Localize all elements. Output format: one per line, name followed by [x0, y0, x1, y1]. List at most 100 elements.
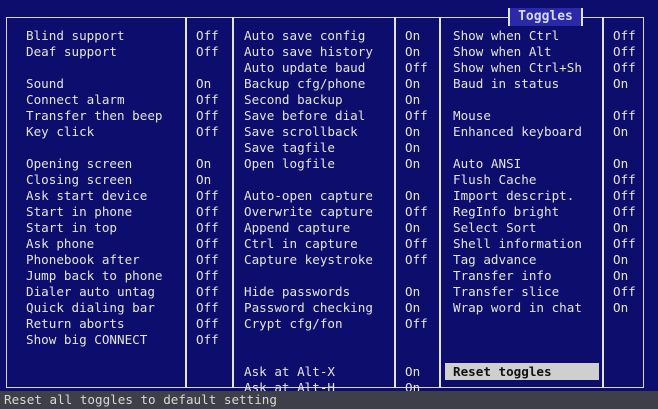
- toggle-value[interactable]: On: [613, 124, 628, 140]
- toggle-row[interactable]: Quick dialing bar Off: [26, 300, 228, 316]
- toggle-value[interactable]: Off: [196, 284, 219, 300]
- toggle-row[interactable]: Key click Off: [26, 124, 228, 140]
- toggle-value[interactable]: Off: [196, 44, 219, 60]
- toggle-value[interactable]: Off: [196, 28, 219, 44]
- toggle-row[interactable]: Transfer then beep Off: [26, 108, 228, 124]
- toggle-value[interactable]: On: [405, 156, 420, 172]
- toggle-row[interactable]: Tag advance On: [453, 252, 645, 268]
- toggle-value[interactable]: On: [405, 124, 420, 140]
- toggle-row[interactable]: Start in phone Off: [26, 204, 228, 220]
- toggle-row[interactable]: Save before dial Off: [244, 108, 437, 124]
- toggle-value[interactable]: On: [613, 156, 628, 172]
- toggle-row[interactable]: Blind support Off: [26, 28, 228, 44]
- toggle-value[interactable]: On: [613, 76, 628, 92]
- toggle-row[interactable]: Start in top Off: [26, 220, 228, 236]
- toggle-value[interactable]: Off: [196, 332, 219, 348]
- toggle-row[interactable]: Show when Alt Off: [453, 44, 645, 60]
- toggle-row[interactable]: Ctrl in capture Off: [244, 236, 437, 252]
- toggle-value[interactable]: Off: [196, 220, 219, 236]
- toggle-value[interactable]: Off: [613, 108, 636, 124]
- toggle-value[interactable]: On: [196, 156, 211, 172]
- toggle-value[interactable]: Off: [613, 188, 636, 204]
- toggle-value[interactable]: On: [196, 172, 211, 188]
- toggle-row[interactable]: Auto save config On: [244, 28, 437, 44]
- toggle-row[interactable]: Second backup On: [244, 92, 437, 108]
- toggle-value[interactable]: On: [613, 252, 628, 268]
- toggle-row[interactable]: Password checking On: [244, 300, 437, 316]
- toggle-row[interactable]: Jump back to phone Off: [26, 268, 228, 284]
- toggle-value[interactable]: On: [405, 92, 420, 108]
- toggle-row[interactable]: Append capture On: [244, 220, 437, 236]
- toggle-row[interactable]: Sound On: [26, 76, 228, 92]
- toggle-value[interactable]: On: [405, 76, 420, 92]
- toggle-value[interactable]: Off: [405, 60, 428, 76]
- toggle-value[interactable]: Off: [196, 316, 219, 332]
- toggle-value[interactable]: On: [405, 220, 420, 236]
- toggle-value[interactable]: On: [405, 44, 420, 60]
- toggle-row[interactable]: Dialer auto untag Off: [26, 284, 228, 300]
- reset-toggles-button[interactable]: Reset toggles: [445, 363, 599, 380]
- toggle-value[interactable]: Off: [613, 284, 636, 300]
- toggle-value[interactable]: Off: [405, 316, 428, 332]
- toggle-row[interactable]: Ask phone Off: [26, 236, 228, 252]
- toggle-value[interactable]: Off: [405, 204, 428, 220]
- toggle-value[interactable]: Off: [196, 124, 219, 140]
- toggle-value[interactable]: On: [405, 28, 420, 44]
- toggle-row[interactable]: Enhanced keyboard On: [453, 124, 645, 140]
- toggle-row[interactable]: Phonebook after Off: [26, 252, 228, 268]
- toggle-value[interactable]: On: [613, 220, 628, 236]
- toggle-row[interactable]: Wrap word in chat On: [453, 300, 645, 316]
- toggle-value[interactable]: Off: [196, 236, 219, 252]
- toggle-row[interactable]: Ask start device Off: [26, 188, 228, 204]
- toggle-value[interactable]: Off: [405, 236, 428, 252]
- toggle-row[interactable]: RegInfo bright Off: [453, 204, 645, 220]
- toggle-value[interactable]: Off: [196, 252, 219, 268]
- toggle-row[interactable]: Transfer info On: [453, 268, 645, 284]
- toggle-value[interactable]: On: [405, 188, 420, 204]
- toggle-row[interactable]: Auto update baud Off: [244, 60, 437, 76]
- toggle-value[interactable]: On: [405, 284, 420, 300]
- toggle-row[interactable]: Hide passwords On: [244, 284, 437, 300]
- toggle-row[interactable]: Flush Cache Off: [453, 172, 645, 188]
- toggle-row[interactable]: Backup cfg/phone On: [244, 76, 437, 92]
- toggle-row[interactable]: Auto ANSI On: [453, 156, 645, 172]
- toggle-row[interactable]: Save tagfile On: [244, 140, 437, 156]
- toggle-row[interactable]: Crypt cfg/fon Off: [244, 316, 437, 332]
- toggle-value[interactable]: Off: [613, 44, 636, 60]
- toggle-row[interactable]: Closing screen On: [26, 172, 228, 188]
- toggle-row[interactable]: Select Sort On: [453, 220, 645, 236]
- toggle-value[interactable]: Off: [196, 92, 219, 108]
- toggle-value[interactable]: Off: [196, 188, 219, 204]
- toggle-value[interactable]: Off: [196, 204, 219, 220]
- toggle-row[interactable]: Mouse Off: [453, 108, 645, 124]
- toggle-row[interactable]: Baud in status On: [453, 76, 645, 92]
- toggle-value[interactable]: On: [405, 300, 420, 316]
- toggle-row[interactable]: Transfer slice Off: [453, 284, 645, 300]
- toggle-value[interactable]: Off: [405, 252, 428, 268]
- toggle-value[interactable]: On: [196, 76, 211, 92]
- toggle-row[interactable]: Shell information Off: [453, 236, 645, 252]
- toggle-value[interactable]: Off: [613, 204, 636, 220]
- toggle-row[interactable]: Connect alarm Off: [26, 92, 228, 108]
- toggle-value[interactable]: Off: [613, 28, 636, 44]
- toggle-row[interactable]: Auto save history On: [244, 44, 437, 60]
- toggle-row[interactable]: Show big CONNECT Off: [26, 332, 228, 348]
- toggle-row[interactable]: Auto-open capture On: [244, 188, 437, 204]
- toggle-value[interactable]: Off: [613, 172, 636, 188]
- toggle-value[interactable]: On: [613, 268, 628, 284]
- toggle-row[interactable]: Open logfile On: [244, 156, 437, 172]
- toggle-value[interactable]: On: [613, 300, 628, 316]
- toggle-row[interactable]: Overwrite capture Off: [244, 204, 437, 220]
- toggle-value[interactable]: On: [405, 364, 420, 380]
- toggle-value[interactable]: On: [405, 140, 420, 156]
- toggle-row[interactable]: Ask at Alt-X On: [244, 364, 437, 380]
- toggle-row[interactable]: Show when Ctrl+Sh Off: [453, 60, 645, 76]
- toggle-value[interactable]: Off: [196, 300, 219, 316]
- toggle-row[interactable]: Deaf support Off: [26, 44, 228, 60]
- toggle-row[interactable]: Save scrollback On: [244, 124, 437, 140]
- toggle-value[interactable]: Off: [196, 268, 219, 284]
- toggle-value[interactable]: Off: [613, 236, 636, 252]
- toggle-value[interactable]: Off: [613, 60, 636, 76]
- toggle-row[interactable]: Import descript. Off: [453, 188, 645, 204]
- toggle-value[interactable]: Off: [196, 108, 219, 124]
